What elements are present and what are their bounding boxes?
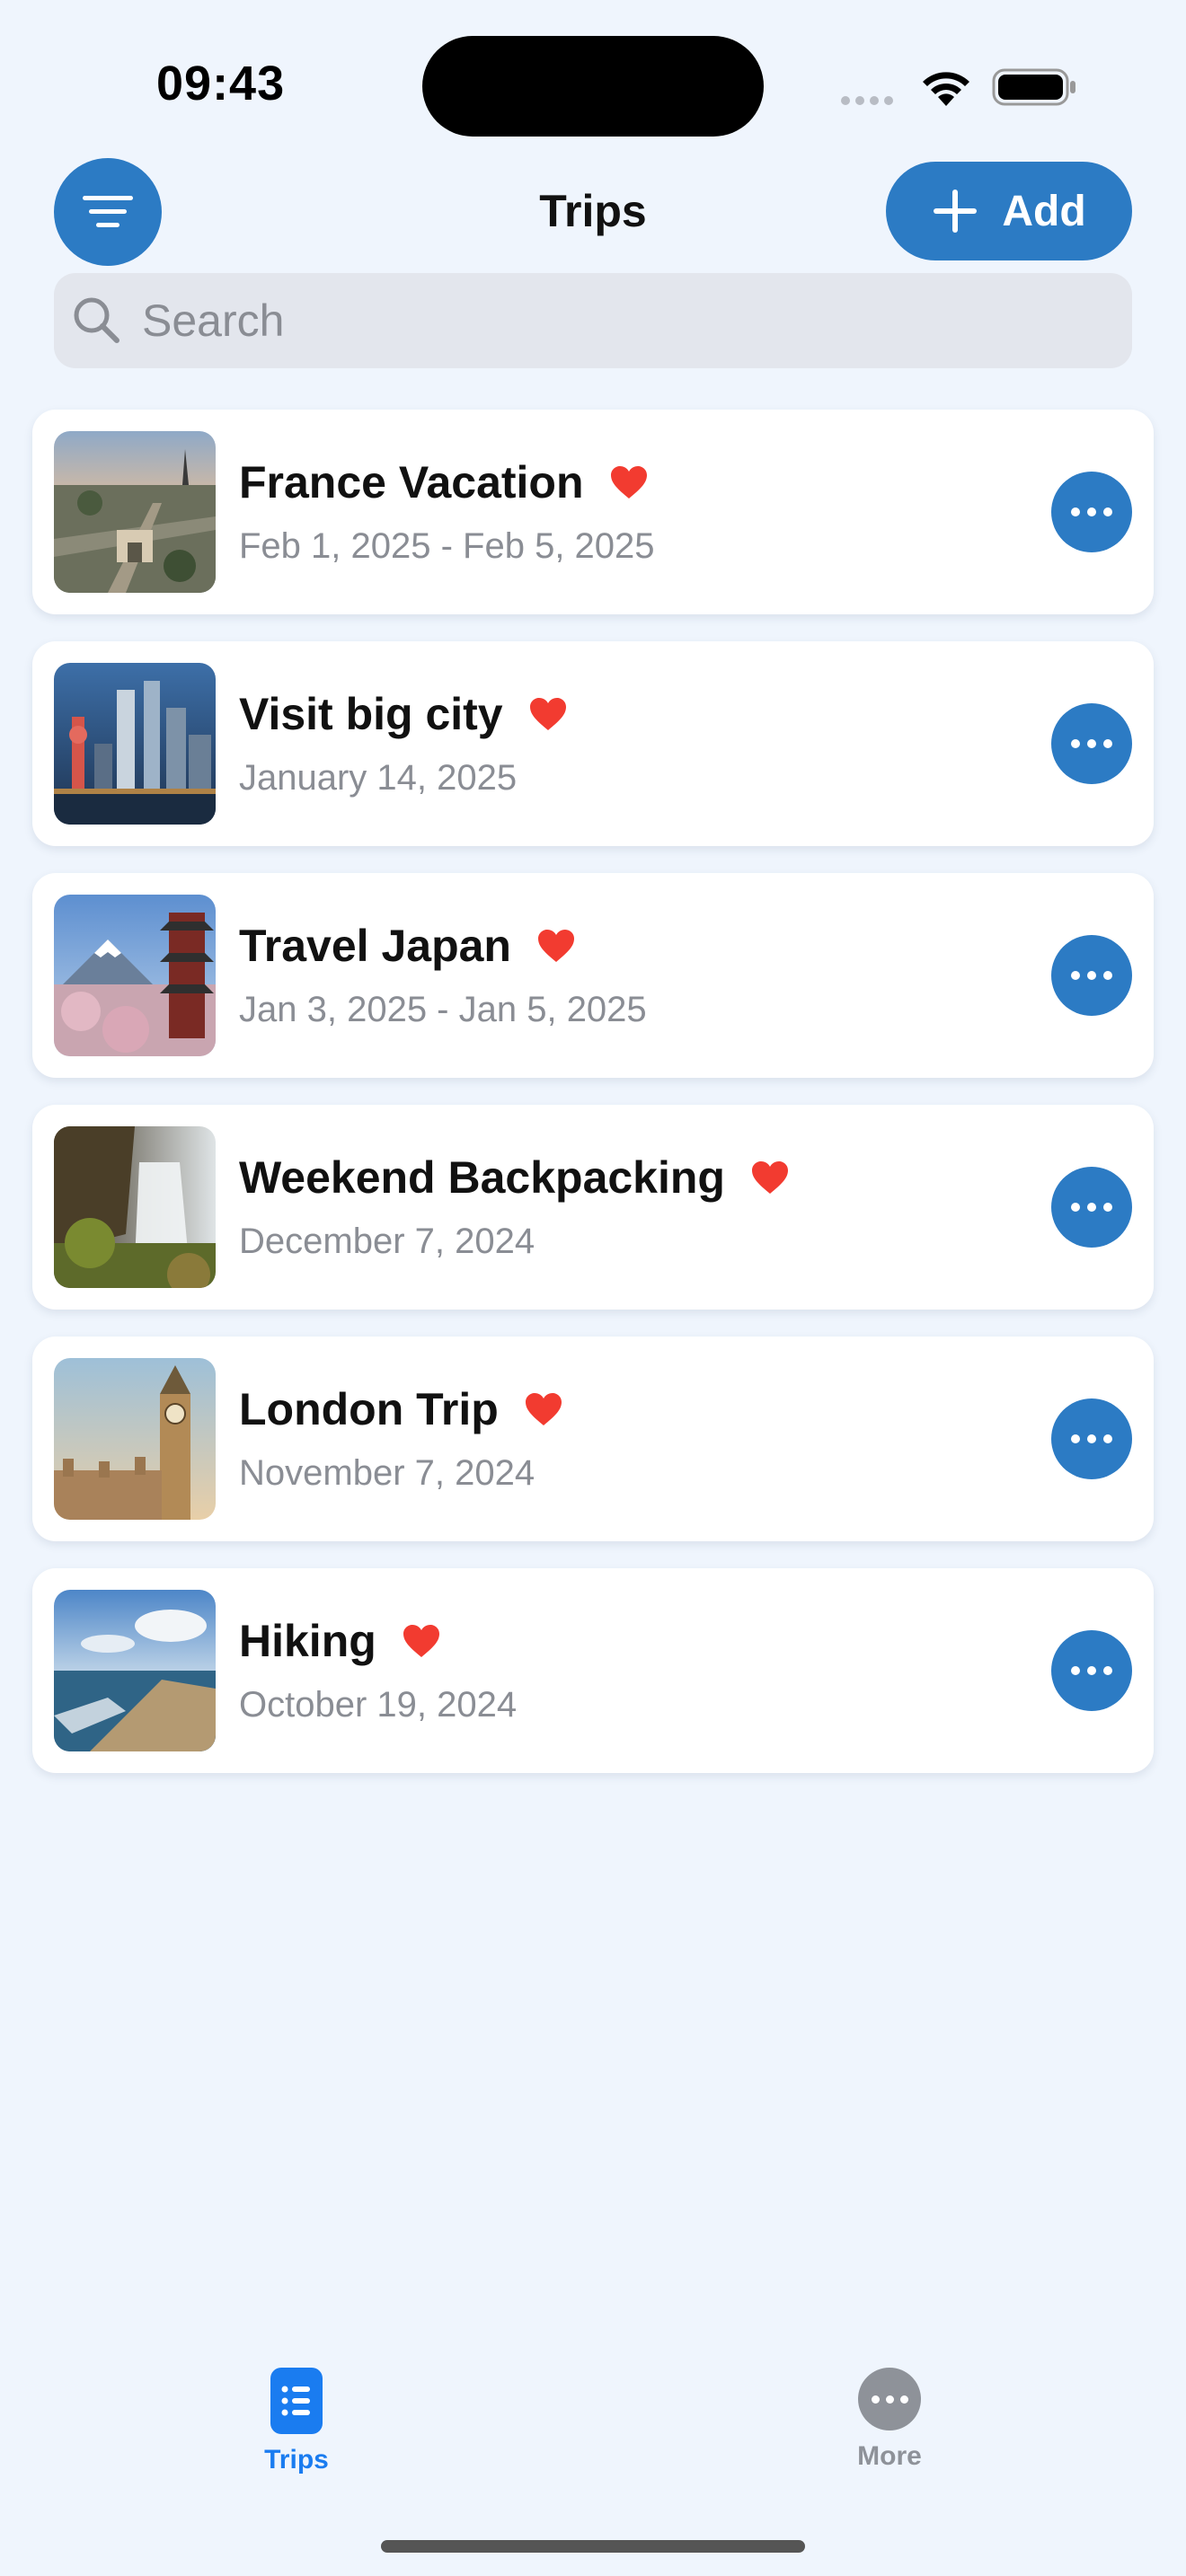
trip-name: France Vacation	[239, 457, 584, 507]
favorite-heart-icon	[402, 1623, 441, 1659]
trip-options-button[interactable]	[1051, 1398, 1132, 1479]
trip-date: November 7, 2024	[239, 1453, 535, 1493]
favorite-heart-icon	[609, 464, 649, 500]
add-trip-button[interactable]: Add	[886, 162, 1132, 260]
trip-name: Visit big city	[239, 689, 503, 739]
tab-more[interactable]: More	[800, 2368, 979, 2472]
trip-name: Weekend Backpacking	[239, 1152, 725, 1203]
trip-thumbnail	[54, 1590, 216, 1751]
favorite-heart-icon	[750, 1160, 790, 1195]
status-bar: 09:43	[0, 0, 1186, 162]
trip-card-hiking[interactable]: Hiking October 19, 2024	[32, 1568, 1154, 1773]
trip-card-visit-big-city[interactable]: Visit big city January 14, 2025	[32, 641, 1154, 846]
tab-trips[interactable]: Trips	[207, 2368, 386, 2475]
ellipsis-icon	[858, 2368, 921, 2430]
trip-date: Jan 3, 2025 - Jan 5, 2025	[239, 990, 647, 1029]
trip-options-button[interactable]	[1051, 1167, 1132, 1248]
list-icon	[270, 2368, 323, 2434]
trip-card-travel-japan[interactable]: Travel Japan Jan 3, 2025 - Jan 5, 2025	[32, 873, 1154, 1078]
trip-card-france-vacation[interactable]: France Vacation Feb 1, 2025 - Feb 5, 202…	[32, 410, 1154, 614]
favorite-heart-icon	[528, 696, 568, 732]
trip-options-button[interactable]	[1051, 703, 1132, 784]
trip-name: Travel Japan	[239, 921, 511, 971]
trip-thumbnail	[54, 1126, 216, 1288]
tab-bar: Trips More	[0, 2353, 1186, 2479]
trip-options-button[interactable]	[1051, 472, 1132, 552]
search-icon	[72, 296, 122, 346]
home-indicator	[381, 2540, 805, 2553]
trip-thumbnail	[54, 895, 216, 1056]
favorite-heart-icon	[536, 928, 576, 964]
trip-thumbnail	[54, 431, 216, 593]
tab-label: More	[857, 2441, 922, 2471]
status-time: 09:43	[156, 57, 286, 110]
trip-date: October 19, 2024	[239, 1685, 518, 1725]
trip-date: Feb 1, 2025 - Feb 5, 2025	[239, 526, 655, 566]
trip-card-london-trip[interactable]: London Trip November 7, 2024	[32, 1337, 1154, 1541]
battery-icon	[992, 66, 1078, 112]
trip-name: London Trip	[239, 1384, 499, 1434]
trip-date: December 7, 2024	[239, 1222, 535, 1261]
trip-date: January 14, 2025	[239, 758, 518, 798]
trip-thumbnail	[54, 663, 216, 825]
trip-card-weekend-backpacking[interactable]: Weekend Backpacking December 7, 2024	[32, 1105, 1154, 1310]
cellular-signal-icon	[841, 93, 898, 110]
search-bar[interactable]	[54, 273, 1132, 368]
trip-list: France Vacation Feb 1, 2025 - Feb 5, 202…	[32, 410, 1154, 1800]
trip-options-button[interactable]	[1051, 1630, 1132, 1711]
trip-options-button[interactable]	[1051, 935, 1132, 1016]
add-button-label: Add	[1002, 187, 1086, 235]
plus-icon	[934, 190, 978, 233]
wifi-icon	[918, 66, 974, 112]
trip-name: Hiking	[239, 1616, 376, 1666]
tab-label: Trips	[264, 2445, 329, 2475]
favorite-heart-icon	[524, 1391, 563, 1427]
trip-thumbnail	[54, 1358, 216, 1520]
dynamic-island	[422, 36, 764, 137]
search-input[interactable]	[140, 294, 1042, 348]
